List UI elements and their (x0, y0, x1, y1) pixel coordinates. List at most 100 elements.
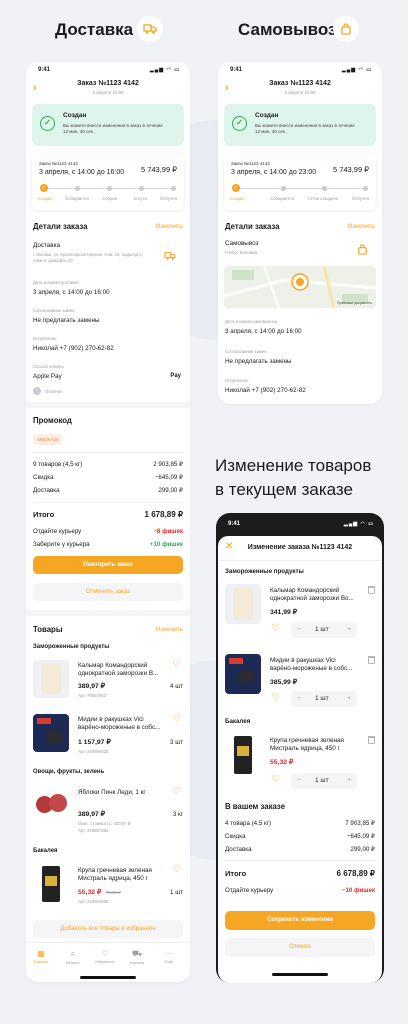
goods-title: Товары (33, 625, 63, 634)
card-when: 3 апреля, с 14:00 до 23:00 (231, 169, 317, 176)
payment-label: Способ оплаты (33, 364, 64, 369)
more-icon: ··· (165, 949, 173, 958)
step-dot: ✓ (232, 184, 240, 192)
order-title: Заказ №1123 4142 (77, 80, 139, 87)
cancel-button[interactable]: Отмена (225, 938, 375, 957)
repeat-order-button[interactable]: Повторить заказ (33, 556, 183, 574)
tab-catalog[interactable]: ⌕ Каталог (60, 949, 86, 965)
buckwheat-image (225, 734, 261, 776)
recipient-value: Николай +7 (902) 270-62-82 (33, 345, 114, 352)
trash-icon[interactable] (368, 736, 375, 744)
quantity-stepper[interactable]: − 1 шт + (291, 773, 357, 789)
goods-count: 4 товара (4,5 кг) (225, 820, 272, 827)
product-name[interactable]: Кальмар Командорский однократной замороз… (78, 662, 163, 678)
trash-icon[interactable] (368, 586, 375, 594)
give-courier-label: Отдайте курьеру (225, 887, 274, 894)
plus-icon[interactable]: + (347, 777, 351, 784)
store-map[interactable]: Правовые документы (224, 266, 376, 308)
squid-image (225, 584, 261, 624)
status-banner: ✓ Создан Вы можете внести изменения в за… (224, 104, 376, 146)
heart-icon[interactable]: ♡ (271, 624, 280, 634)
heart-icon[interactable]: ♡ (271, 693, 280, 703)
discount-label: Скидка (225, 833, 246, 840)
edit-details-link[interactable]: Изменить (348, 224, 375, 230)
bag-icon (333, 16, 359, 42)
summary-title: В вашем заказе (225, 802, 286, 811)
step-label: В пути (134, 196, 147, 201)
edit-phone-frame: 9:41 ▂▄▆ ◠ ▭ ✕ Изменение заказа №1123 414… (216, 513, 384, 983)
recipient-label: Получатель (225, 378, 249, 383)
give-courier-label: Отдайте курьеру (33, 528, 82, 535)
order-progress-card: Заказ №1123 4142 3 апреля, с 14:00 до 23… (224, 154, 376, 210)
delivery-type: Доставка (33, 242, 61, 249)
heart-icon[interactable]: ♡ (271, 775, 280, 785)
pickup-title: Самовывоз (238, 20, 337, 39)
heart-icon[interactable]: ♡ (172, 714, 181, 724)
replacement-value: Не предлагать замены (33, 317, 100, 324)
product-article: Арт. 234563536 (78, 899, 109, 904)
tab-cart[interactable]: ⛟ Корзина (124, 949, 150, 965)
check-icon: ✓ (40, 116, 55, 131)
take-courier-value: +10 фишек (149, 541, 183, 548)
product-name[interactable]: Кальмар Командорский однократной замороз… (270, 587, 360, 603)
total-value: 1 678,89 ₽ (144, 510, 183, 519)
quantity-stepper[interactable]: − 1 шт + (291, 691, 357, 707)
product-name[interactable]: Крупа гречневая зеленая Мистраль ядрица,… (270, 737, 360, 753)
map-legal-link[interactable]: Правовые документы (337, 301, 372, 305)
add-all-favorites-button[interactable]: Добавить все товары в избранное (33, 920, 183, 938)
product-name[interactable]: Мидии в ракушках Vici варёно-мороженые в… (78, 716, 163, 732)
delivery-value: 299,00 ₽ (158, 487, 183, 494)
step-label: Собирается (270, 196, 294, 201)
address: г. Москва, ул. Краснопролетарская, 9 кв.… (33, 252, 143, 263)
category-title: Замороженные продукты (33, 644, 110, 650)
plus-icon[interactable]: + (347, 695, 351, 702)
card-sum: 5 743,99 ₽ (140, 165, 177, 174)
minus-icon[interactable]: − (297, 695, 301, 702)
product-name[interactable]: Мидии в ракушках Vici варёно-мороженые в… (270, 657, 360, 673)
discount-value: −645,09 ₽ (346, 833, 375, 840)
status-banner: ✓ Создан Вы можете внести изменения в за… (32, 104, 184, 146)
product-qty: 3 кг (172, 811, 183, 818)
quantity-stepper[interactable]: − 1 шт + (291, 622, 357, 638)
step-dot: ✓ (40, 184, 48, 192)
cancel-order-button[interactable]: Отменить заказ (33, 583, 183, 601)
step-label: Получен (352, 196, 370, 201)
delivery-order-screen: 9:41 ▂▄▆ ◠ ▭ ‹ Заказ №1123 4142 2 апреля … (26, 62, 190, 982)
status-title: Создан (63, 112, 87, 119)
order-date: 2 апреля 10:56 (284, 90, 316, 95)
step-label: Готов к выдаче (308, 196, 338, 201)
tab-more[interactable]: ··· Ещё (156, 949, 182, 964)
product-qty: 3 шт (170, 739, 183, 746)
step-label: Получен (160, 196, 178, 201)
product-name[interactable]: Крупа гречневая зеленая Мистраль ядрица,… (78, 867, 163, 883)
goods-count: 9 товаров (4,5 кг) (33, 461, 83, 468)
edit-order-sheet: ✕ Изменение заказа №1123 4142 Замороженн… (218, 536, 382, 983)
discount-value: −645,09 ₽ (154, 474, 183, 481)
buckwheat-image (33, 864, 69, 904)
product-price: 385,99 ₽ (270, 679, 298, 686)
tab-favorites[interactable]: ♡ Избранное (92, 949, 118, 964)
card-sum: 5 743,99 ₽ (332, 165, 369, 174)
total-label: Итого (33, 510, 55, 519)
save-changes-button[interactable]: Сохранить изменения (225, 911, 375, 930)
cart-icon: ⛟ (131, 949, 143, 958)
plus-icon[interactable]: + (347, 626, 351, 633)
step-label: Собирается (65, 196, 89, 201)
edit-goods-link[interactable]: Изменить (156, 627, 183, 633)
tab-home[interactable]: ▦ Главная (28, 949, 54, 964)
edit-title-line1: Изменение товаров (215, 456, 372, 475)
status-bar: 9:41 ▂▄▆ ◠ ▭ (38, 67, 180, 73)
product-article: Арт. 234568433 (78, 749, 109, 754)
product-name[interactable]: Яблоки Пинк Леди, 1 кг (78, 789, 163, 797)
product-max-price: Макс. стоимость: 400,97 ₽ (78, 821, 131, 826)
minus-icon[interactable]: − (297, 777, 301, 784)
heart-icon[interactable]: ♡ (172, 865, 181, 875)
trash-icon[interactable] (368, 656, 375, 664)
time-label: Дата и время самовывоза (225, 319, 278, 324)
discount-label: Скидка (33, 474, 54, 481)
apples-image (33, 786, 69, 824)
minus-icon[interactable]: − (297, 626, 301, 633)
heart-icon[interactable]: ♡ (172, 660, 181, 670)
edit-details-link[interactable]: Изменить (156, 224, 183, 230)
heart-icon[interactable]: ♡ (172, 787, 181, 797)
